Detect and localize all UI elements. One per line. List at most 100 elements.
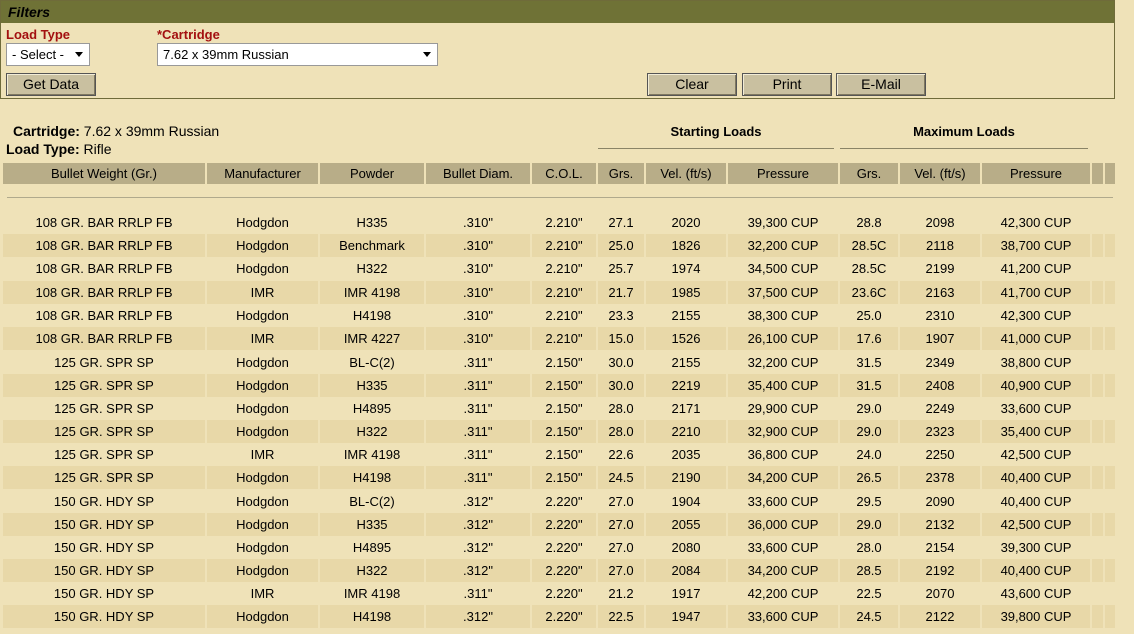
table-cell-spacer: [1105, 351, 1115, 374]
table-cell: 32,200 CUP: [747, 355, 819, 370]
column-header: C.O.L.: [532, 163, 596, 184]
table-cell: H335: [320, 374, 424, 397]
table-cell: 125 GR. SPR SP: [54, 447, 154, 462]
table-cell: Hodgdon: [207, 605, 318, 628]
table-cell: 25.0: [598, 234, 644, 257]
table-cell: 42,300 CUP: [1000, 215, 1072, 230]
table-cell-spacer: [1092, 559, 1103, 582]
table-cell: 125 GR. SPR SP: [3, 466, 205, 489]
table-cell: 2.210": [532, 327, 596, 350]
table-cell-spacer: [1092, 304, 1103, 327]
table-row[interactable]: 108 GR. BAR RRLP FB IMR IMR 4198.310" 2.210…: [3, 281, 1115, 304]
table-cell-spacer: [1092, 257, 1103, 280]
table-cell: 28.0: [598, 420, 644, 443]
column-header: Bullet Diam.: [426, 163, 530, 184]
clear-button[interactable]: Clear: [647, 73, 737, 96]
table-row[interactable]: 108 GR. BAR RRLP FB IMR IMR 4227.310" 2.210…: [3, 327, 1115, 350]
table-cell: 2190: [646, 466, 726, 489]
table-cell-spacer: [1092, 420, 1103, 443]
table-cell-spacer: [1092, 327, 1103, 350]
cartridge-select[interactable]: 7.62 x 39mm Russian: [157, 43, 438, 66]
table-row[interactable]: 125 GR. SPR SP Hodgdon H335.311" 2.150" 30.0…: [3, 374, 1115, 397]
table-row[interactable]: 150 GR. HDY SP Hodgdon H322.312" 2.220" 27.0…: [3, 559, 1115, 582]
table-row[interactable]: 108 GR. BAR RRLP FB Hodgdon H335 .310" 2.210…: [3, 211, 1115, 234]
table-row[interactable]: 150 GR. HDY SP Hodgdon H335.312" 2.220" 27.0…: [3, 513, 1115, 536]
table-cell: 2155: [671, 355, 701, 370]
table-cell-spacer: [1092, 351, 1103, 374]
table-cell: 28.0: [856, 540, 882, 555]
table-row[interactable]: 150 GR. HDY SP IMR IMR 4198 .311" 2.220" 21.2…: [3, 582, 1115, 605]
table-cell: 2249: [925, 401, 955, 416]
table-cell: .310": [426, 327, 530, 350]
table-cell: Hodgdon: [236, 355, 289, 370]
table-cell-spacer: [1092, 234, 1103, 257]
column-header: Bullet Weight (Gr.): [3, 163, 205, 184]
table-row[interactable]: 150 GR. HDY SP Hodgdon H4198.312" 2.220" 22.…: [3, 605, 1115, 628]
table-row[interactable]: 108 GR. BAR RRLP FB Hodgdon H322 .310" 2.210…: [3, 257, 1115, 280]
load-type-select[interactable]: - Select -: [6, 43, 90, 66]
table-cell: 2.150": [532, 374, 596, 397]
table-cell: 39,300 CUP: [747, 215, 819, 230]
table-cell: Hodgdon: [207, 234, 318, 257]
table-cell: 41,700 CUP: [982, 281, 1090, 304]
table-cell-spacer: [1105, 234, 1115, 257]
table-cell-spacer: [1092, 443, 1103, 466]
table-row[interactable]: 125 GR. SPR SP Hodgdon H4895 .311" 2.150" 28.…: [3, 397, 1115, 420]
table-row[interactable]: 108 GR. BAR RRLP FB Hodgdon H4198 .310" 2.21…: [3, 304, 1115, 327]
table-cell: 150 GR. HDY SP: [3, 605, 205, 628]
cartridge-label: *Cartridge: [157, 27, 220, 42]
table-row[interactable]: 108 GR. BAR RRLP FB Hodgdon Benchmark .310"…: [3, 234, 1115, 257]
table-cell-spacer: [1092, 582, 1103, 605]
table-cell: 2378: [900, 466, 980, 489]
table-cell: 108 GR. BAR RRLP FB: [35, 308, 173, 323]
table-cell: Hodgdon: [236, 494, 289, 509]
table-cell: 33,600 CUP: [728, 605, 838, 628]
table-cell: 2.210": [545, 215, 583, 230]
table-cell: H322: [320, 420, 424, 443]
table-cell: 2055: [646, 513, 726, 536]
table-cell: 38,800 CUP: [1000, 355, 1072, 370]
print-button[interactable]: Print: [742, 73, 832, 96]
table-cell: Hodgdon: [236, 215, 289, 230]
table-cell: 2155: [671, 308, 701, 323]
table-cell: 2.210": [545, 261, 583, 276]
table-cell: 32,900 CUP: [728, 420, 838, 443]
table-row[interactable]: 125 GR. SPR SP Hodgdon H4198.311" 2.150" 24.…: [3, 466, 1115, 489]
table-cell: .311": [463, 401, 493, 416]
table-cell: 24.0: [856, 447, 882, 462]
table-cell: 2154: [925, 540, 955, 555]
column-header: Grs.: [840, 163, 898, 184]
table-cell-spacer: [1092, 397, 1103, 420]
table-cell-spacer: [1092, 490, 1103, 513]
table-cell-spacer: [1105, 327, 1115, 350]
table-cell: 31.5: [840, 374, 898, 397]
table-cell: 1917: [671, 586, 701, 601]
chevron-down-icon: [423, 52, 431, 57]
table-row[interactable]: 150 GR. HDY SP Hodgdon H4895 .312" 2.220" 27.…: [3, 536, 1115, 559]
table-cell: 2219: [646, 374, 726, 397]
table-cell-spacer: [1105, 536, 1115, 559]
table-cell: 2.210": [532, 281, 596, 304]
table-cell: IMR 4198: [343, 447, 401, 462]
table-cell: .311": [463, 447, 493, 462]
table-cell: 108 GR. BAR RRLP FB: [3, 234, 205, 257]
get-data-button[interactable]: Get Data: [6, 73, 96, 96]
table-cell: IMR: [207, 327, 318, 350]
table-row[interactable]: 125 GR. SPR SP IMR IMR 4198 .311" 2.150" 22.6…: [3, 443, 1115, 466]
table-cell: 17.6: [840, 327, 898, 350]
table-cell: 2.210": [532, 234, 596, 257]
table-cell: .311": [463, 586, 493, 601]
table-cell: 28.0: [608, 401, 634, 416]
table-cell-spacer: [1105, 466, 1115, 489]
table-row[interactable]: 150 GR. HDY SP Hodgdon BL-C(2) .312" 2.220" 2…: [3, 490, 1115, 513]
table-cell: 108 GR. BAR RRLP FB: [35, 215, 173, 230]
email-button[interactable]: E-Mail: [836, 73, 926, 96]
table-cell: 2.210": [545, 308, 583, 323]
table-cell: 42,500 CUP: [982, 513, 1090, 536]
table-row[interactable]: 125 GR. SPR SP Hodgdon H322.311" 2.150" 28.0…: [3, 420, 1115, 443]
table-cell-spacer: [1105, 281, 1115, 304]
table-cell: 29.0: [856, 401, 882, 416]
table-row[interactable]: 125 GR. SPR SP Hodgdon BL-C(2) .311" 2.150" 3…: [3, 351, 1115, 374]
table-cell-spacer: [1092, 211, 1103, 234]
table-cell: H322: [356, 261, 388, 276]
